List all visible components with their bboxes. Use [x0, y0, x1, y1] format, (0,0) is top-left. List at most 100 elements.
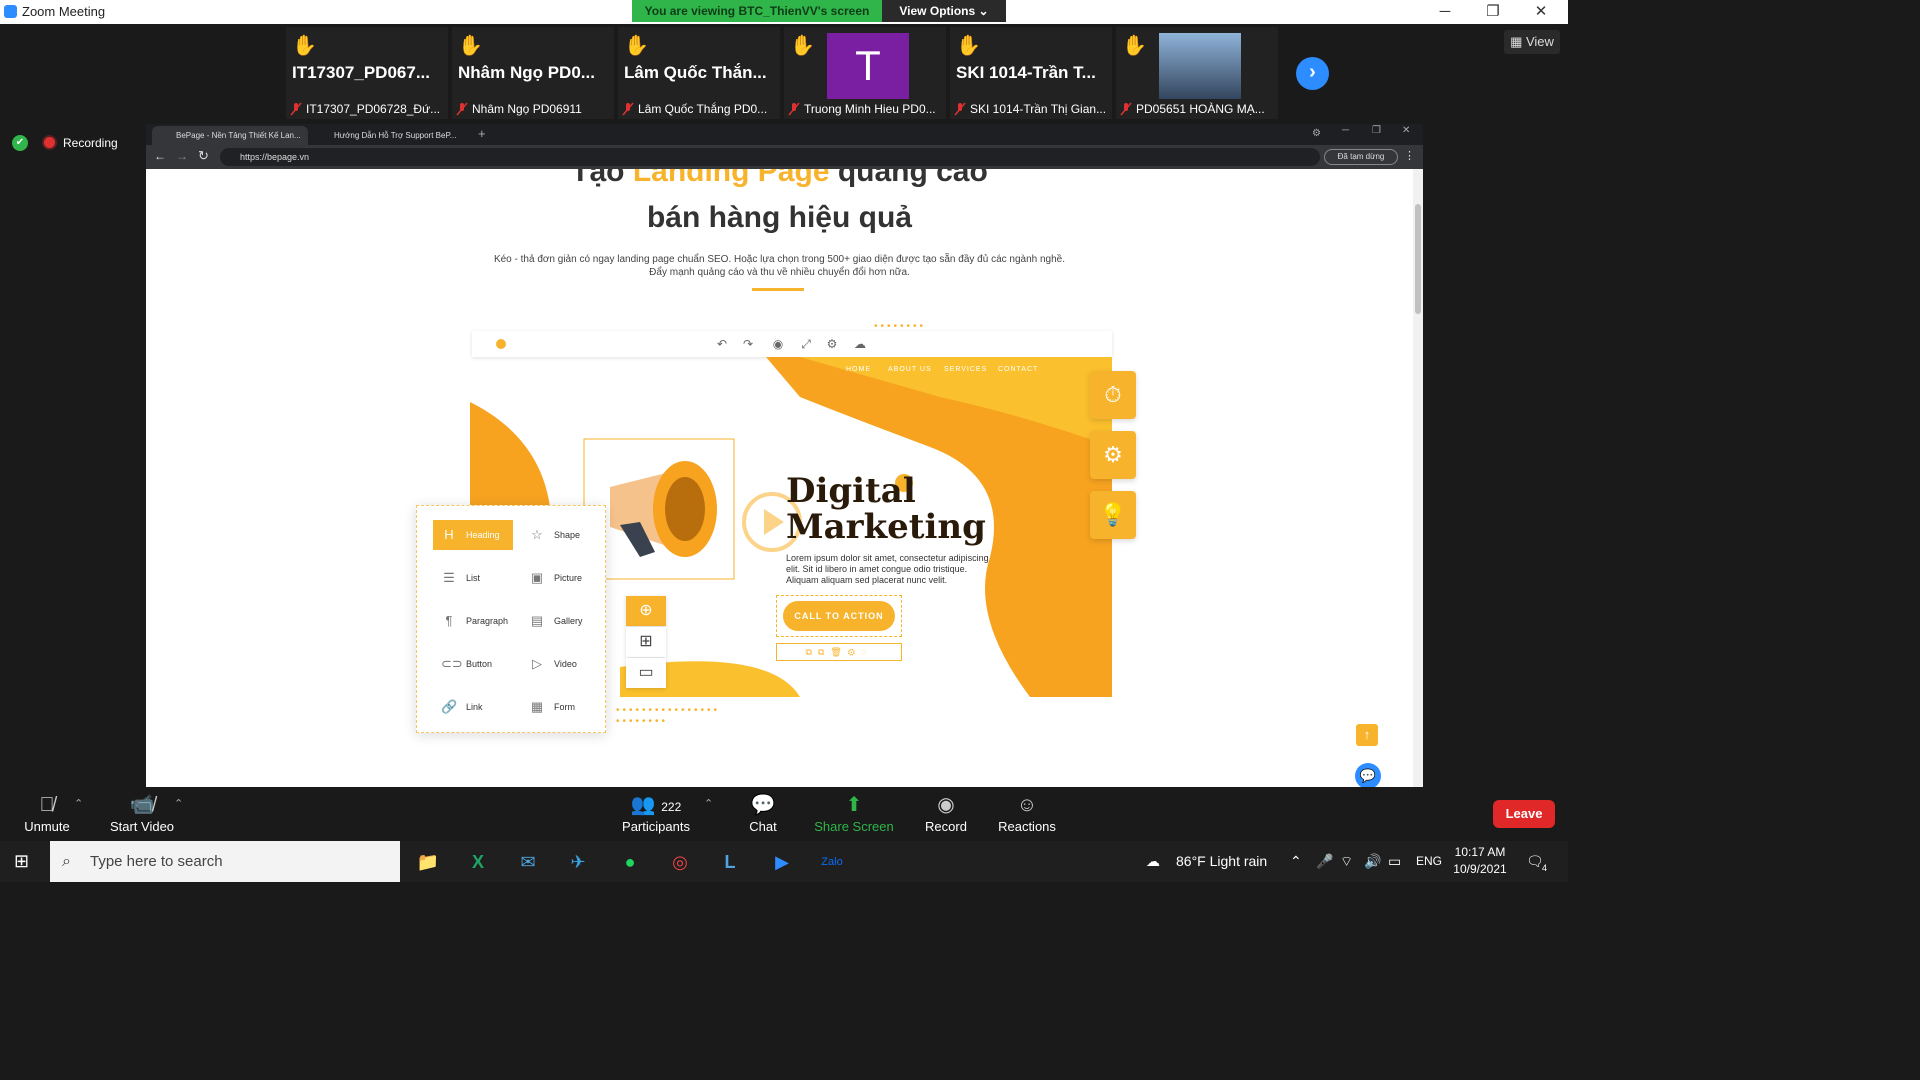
block-picture[interactable]: ▣ Picture: [521, 563, 601, 593]
close-icon[interactable]: ✕: [1526, 2, 1556, 22]
redo-icon[interactable]: ↷: [740, 336, 756, 352]
chat-bubble-icon[interactable]: 💬: [1355, 763, 1381, 787]
volume-icon[interactable]: 🔊: [1364, 841, 1381, 882]
block-link[interactable]: 🔗 Link: [433, 692, 513, 722]
reload-icon[interactable]: ↻: [198, 148, 209, 164]
new-tab-icon[interactable]: +: [478, 126, 486, 141]
chrome-icon[interactable]: ◎: [660, 845, 700, 879]
taskbar-search-input[interactable]: ⌕ Type here to search: [50, 841, 400, 882]
participant-tile[interactable]: ✋ IT17307_PD067... IT17307_PD06728_Đứ...: [285, 26, 449, 120]
zalo-icon[interactable]: Zalo: [812, 845, 852, 879]
mock-paragraph: Lorem ipsum dolor sit amet, consectetur …: [786, 553, 989, 586]
start-video-button[interactable]: 📹̸ Start Video: [106, 791, 178, 839]
block-gallery[interactable]: ▤ Gallery: [521, 606, 601, 636]
settings-icon[interactable]: ⚙: [1312, 128, 1321, 139]
zoom-icon[interactable]: ▶: [762, 845, 802, 879]
windows-start-icon[interactable]: ⊞: [14, 851, 29, 872]
scrollbar-thumb[interactable]: [1415, 204, 1421, 314]
participant-name: PD05651 HOÀNG MẠ...: [1136, 102, 1265, 116]
next-page-button[interactable]: ›: [1296, 57, 1329, 90]
headline-line: Digital: [786, 471, 916, 511]
fullscreen-icon[interactable]: ⤢: [798, 336, 814, 352]
lightbulb-icon[interactable]: 💡: [1090, 491, 1136, 539]
forward-icon[interactable]: →: [176, 149, 188, 163]
participant-tile[interactable]: ✋ Nhâm Ngọ PD0... Nhâm Ngọ PD06911: [451, 26, 615, 120]
notification-icon[interactable]: 🗨: [1526, 841, 1544, 882]
call-to-action-button[interactable]: CALL TO ACTION: [783, 601, 895, 631]
close-icon[interactable]: ✕: [1402, 125, 1410, 136]
participant-tile[interactable]: ✋ SKI 1014-Trần T... SKI 1014-Trần Thị G…: [949, 26, 1113, 120]
chevron-up-icon[interactable]: ⌃: [74, 797, 83, 810]
shield-icon[interactable]: ✔: [12, 135, 28, 151]
chat-label: Chat: [749, 819, 777, 834]
file-explorer-icon[interactable]: 📁: [408, 845, 448, 879]
preview-eye-icon[interactable]: ◉: [770, 336, 786, 352]
chevron-up-icon[interactable]: ⌃: [174, 797, 183, 810]
telegram-icon[interactable]: ✈: [558, 845, 598, 879]
recording-indicator[interactable]: Recording: [44, 134, 118, 152]
add-element-icon[interactable]: ⊕: [626, 596, 666, 626]
clock[interactable]: 10:17 AM 10/9/2021: [1450, 844, 1510, 878]
undo-icon[interactable]: ↶: [714, 336, 730, 352]
minimize-icon[interactable]: ─: [1430, 2, 1460, 22]
video-icon: ▷: [532, 656, 542, 671]
mock-nav-about[interactable]: ABOUT US: [888, 366, 932, 373]
reactions-button[interactable]: ☺ Reactions: [994, 791, 1060, 839]
chevron-up-icon[interactable]: ⌃: [1290, 841, 1302, 882]
view-options-button[interactable]: View Options ⌄: [882, 0, 1006, 22]
wifi-icon[interactable]: ⌔: [1340, 841, 1353, 882]
battery-icon[interactable]: ▭: [1388, 841, 1401, 882]
shared-browser-window: BePage - Nền Tảng Thiết Kế Lan... Hướng …: [146, 124, 1423, 787]
block-button[interactable]: ⊂⊃ Button: [433, 649, 513, 679]
grid-layout-icon[interactable]: ⊞: [626, 627, 666, 657]
participants-button[interactable]: 👥 222 Participants: [616, 791, 696, 839]
mock-nav-contact[interactable]: CONTACT: [998, 366, 1038, 373]
microphone-icon[interactable]: 🎤: [1316, 841, 1333, 882]
profile-button[interactable]: Đã tạm dừng: [1324, 149, 1398, 165]
browser-tab[interactable]: Hướng Dẫn Hỗ Trợ Support BeP...: [310, 126, 462, 145]
lync-icon[interactable]: L: [710, 845, 750, 879]
block-form[interactable]: ▦ Form: [521, 692, 601, 722]
block-shape[interactable]: ☆ Shape: [521, 520, 601, 550]
tab-label: BePage - Nền Tảng Thiết Kế Lan...: [176, 131, 301, 140]
menu-icon[interactable]: ⋮: [1404, 149, 1415, 162]
browser-tab[interactable]: BePage - Nền Tảng Thiết Kế Lan...: [152, 126, 308, 145]
mock-nav-services[interactable]: SERVICES: [944, 366, 987, 373]
excel-icon[interactable]: X: [458, 845, 498, 879]
block-heading[interactable]: H Heading: [433, 520, 513, 550]
lorem-line: elit. Sit id libero in amet congue odio …: [786, 564, 968, 574]
settings-icon[interactable]: ⚙: [824, 336, 840, 352]
picture-icon: ▣: [530, 570, 544, 585]
block-list[interactable]: ☰ List: [433, 563, 513, 593]
record-dot-icon: [44, 137, 55, 148]
page-scrollbar[interactable]: [1413, 169, 1423, 787]
minimize-icon[interactable]: ─: [1342, 125, 1349, 136]
restore-icon[interactable]: ❐: [1372, 125, 1381, 136]
element-actions-bar[interactable]: ⧉⧉🗑⚙◌: [776, 643, 902, 661]
weather-text[interactable]: 86°F Light rain: [1176, 841, 1267, 882]
mail-icon[interactable]: ✉: [508, 845, 548, 879]
restore-icon[interactable]: ❐: [1478, 2, 1508, 22]
unmute-button[interactable]: 🎙̸ Unmute: [18, 791, 76, 839]
share-screen-button[interactable]: ⬆ Share Screen: [812, 791, 896, 839]
participant-tile[interactable]: ✋ PD05651 HOÀNG MẠ...: [1115, 26, 1279, 120]
view-button[interactable]: ▦ View: [1504, 30, 1560, 54]
mock-nav-home[interactable]: HOME: [846, 366, 871, 373]
leave-button[interactable]: Leave: [1493, 800, 1555, 828]
cloud-upload-icon[interactable]: ☁: [852, 336, 868, 352]
block-video[interactable]: ▷ Video: [521, 649, 601, 679]
scroll-to-top-icon[interactable]: ↑: [1356, 724, 1378, 746]
record-button[interactable]: ◉ Record: [920, 791, 972, 839]
gear-icon[interactable]: ⚙: [1090, 431, 1136, 479]
timer-icon[interactable]: ⏱: [1090, 371, 1136, 419]
chevron-up-icon[interactable]: ⌃: [704, 797, 713, 810]
participant-tile[interactable]: ✋ Lâm Quốc Thắn... Lâm Quốc Thắng PD0...: [617, 26, 781, 120]
block-paragraph[interactable]: ¶ Paragraph: [433, 606, 513, 636]
language-indicator[interactable]: ENG: [1416, 841, 1442, 882]
url-input[interactable]: https://bepage.vn: [220, 148, 1320, 166]
page-layout-icon[interactable]: ▭: [626, 658, 666, 688]
participant-tile[interactable]: ✋ T Truong Minh Hieu PD0...: [783, 26, 947, 120]
chat-button[interactable]: 💬 Chat: [738, 791, 788, 839]
back-icon[interactable]: ←: [154, 149, 166, 163]
spotify-icon[interactable]: ●: [610, 845, 650, 879]
